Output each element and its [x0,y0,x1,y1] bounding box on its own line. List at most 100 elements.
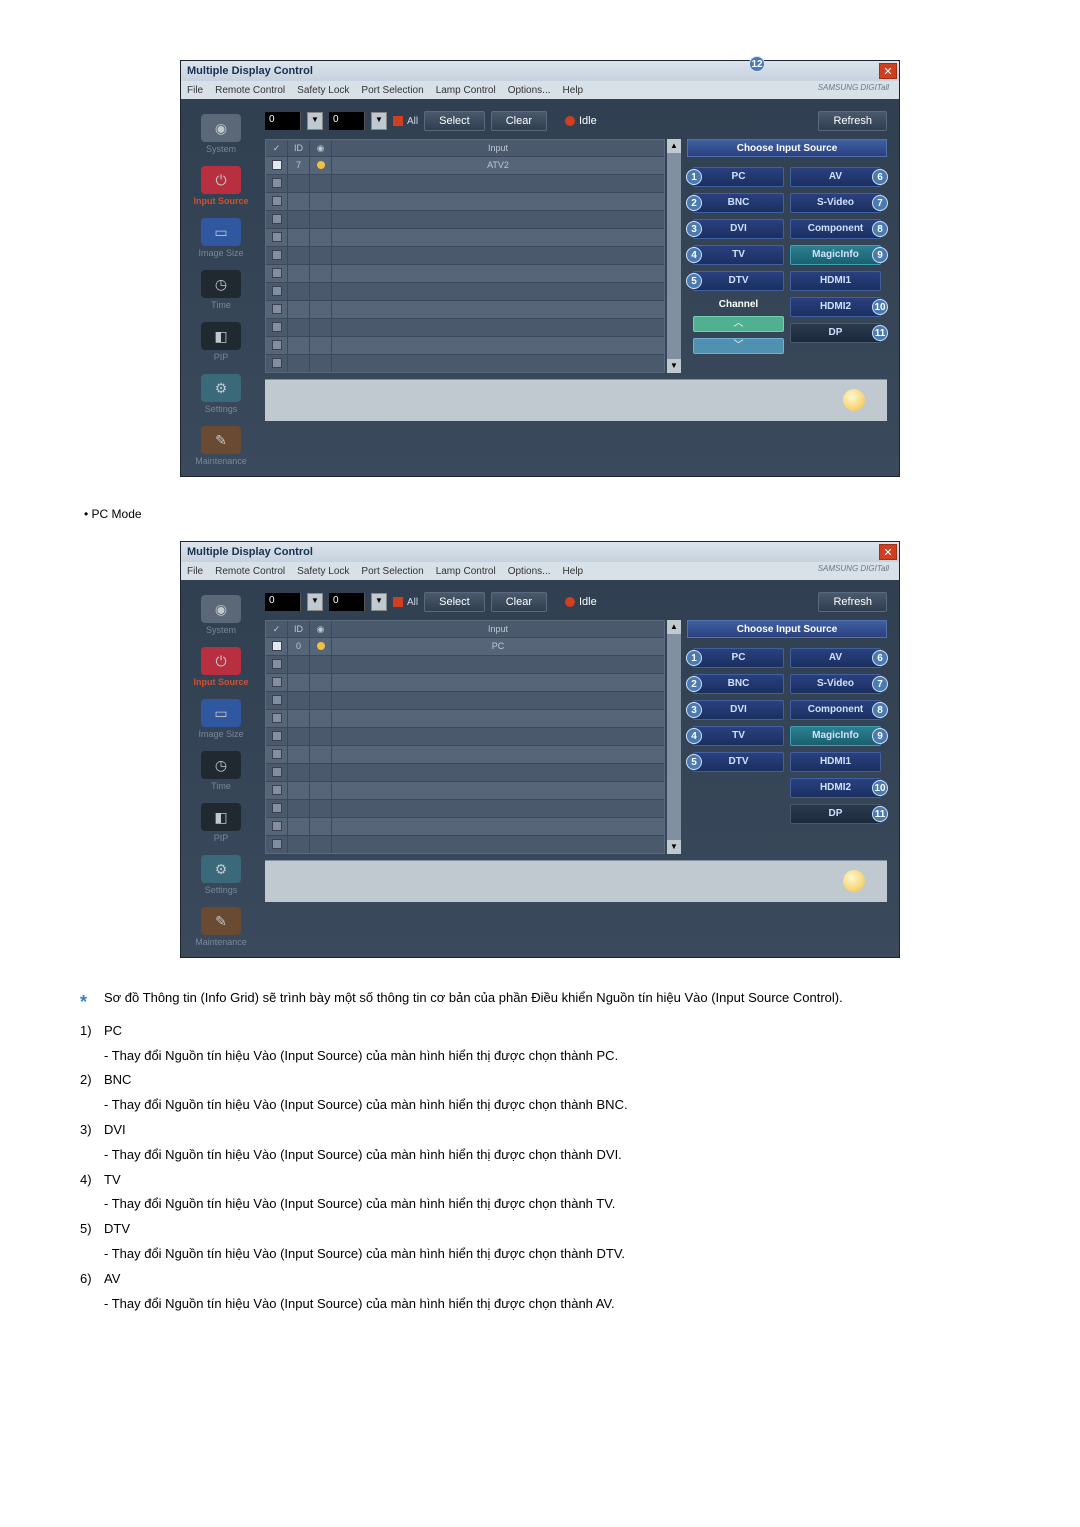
note-number: 6) [80,1269,104,1290]
source-magicinfo[interactable]: MagicInfo9 [790,245,881,265]
menu-safety[interactable]: Safety Lock [297,85,349,96]
scrollbar[interactable]: ▲ ▼ [667,139,681,373]
select-button[interactable]: Select [424,592,485,612]
grid-head-id: ID [288,140,310,156]
channel-up-button[interactable]: ︿ [693,316,784,332]
clear-button[interactable]: Clear [491,111,547,131]
scrollbar[interactable]: ▲ ▼ [667,620,681,854]
sidebar-pip[interactable]: ◧PIP [185,322,257,362]
source-hdmi1[interactable]: HDMI1 [790,271,881,291]
chevron-down-icon[interactable]: ▼ [371,112,387,130]
source-component[interactable]: Component8 [790,700,881,720]
chevron-down-icon[interactable]: ▼ [307,112,323,130]
status-idle: Idle [565,115,597,127]
grid-head-status: ◉ [310,621,332,637]
grid-row-1[interactable]: 7 ATV2 [266,156,664,174]
menu-remote[interactable]: Remote Control [215,566,285,577]
sidebar-time[interactable]: ◷Time [185,751,257,791]
note-title: DVI [104,1120,1000,1141]
menu-help[interactable]: Help [563,566,584,577]
refresh-button[interactable]: Refresh [818,111,887,131]
source-av[interactable]: AV6 [790,167,881,187]
sidebar-settings[interactable]: ⚙Settings [185,374,257,414]
source-magicinfo[interactable]: MagicInfo9 [790,726,881,746]
sidebar: ◉System ⏻Input Source ▭Image Size ◷Time … [181,580,261,957]
source-tv[interactable]: 4TV [693,245,784,265]
mode-label-pc: • PC Mode [84,507,1000,521]
menu-lamp[interactable]: Lamp Control [436,85,496,96]
source-dtv[interactable]: 5DTV [693,752,784,772]
scroll-up-icon[interactable]: ▲ [667,620,681,634]
source-dvi[interactable]: 3DVI [693,219,784,239]
sidebar-power[interactable]: ⏻Input Source [185,166,257,206]
clear-button[interactable]: Clear [491,592,547,612]
sidebar-maintenance[interactable]: ✎Maintenance [185,426,257,466]
note-number: 4) [80,1170,104,1191]
window-title: Multiple Display Control [187,546,313,558]
sidebar-maintenance[interactable]: ✎Maintenance [185,907,257,947]
chevron-down-icon[interactable]: ▼ [371,593,387,611]
dropdown-2[interactable]: 0 [329,112,365,130]
menu-port[interactable]: Port Selection [361,85,423,96]
sidebar-image-size[interactable]: ▭Image Size [185,218,257,258]
note-title: DTV [104,1219,1000,1240]
menu-port[interactable]: Port Selection [361,566,423,577]
sidebar-image-size[interactable]: ▭Image Size [185,699,257,739]
source-dp[interactable]: DP11 [790,323,881,343]
source-svideo[interactable]: S-Video7 [790,674,881,694]
menu-lamp[interactable]: Lamp Control [436,566,496,577]
close-icon[interactable]: ✕ [879,63,897,79]
menu-file[interactable]: File [187,566,203,577]
sidebar-pip[interactable]: ◧PIP [185,803,257,843]
menu-options[interactable]: Options... [508,566,551,577]
panel-title: Choose Input Source [687,139,887,157]
sidebar-power[interactable]: ⏻Input Source [185,647,257,687]
sidebar-system[interactable]: ◉System [185,114,257,154]
source-hdmi2[interactable]: HDMI210 [790,297,881,317]
scroll-down-icon[interactable]: ▼ [667,359,681,373]
sidebar-system[interactable]: ◉System [185,595,257,635]
checkbox-all[interactable]: All [393,116,418,127]
checkbox-all[interactable]: All [393,597,418,608]
menu-safety[interactable]: Safety Lock [297,566,349,577]
source-bnc[interactable]: 2BNC [693,193,784,213]
source-dtv[interactable]: 5DTV [693,271,784,291]
source-bnc[interactable]: 2BNC [693,674,784,694]
grid-row-empty [266,691,664,709]
source-hdmi2[interactable]: HDMI210 [790,778,881,798]
refresh-button[interactable]: Refresh [818,592,887,612]
grid-head-check[interactable]: ✓ [266,140,288,156]
dropdown-1[interactable]: 0 [265,593,301,611]
menu-options[interactable]: Options... [508,85,551,96]
menu-remote[interactable]: Remote Control [215,85,285,96]
dropdown-1[interactable]: 0 [265,112,301,130]
close-icon[interactable]: ✕ [879,544,897,560]
menu-file[interactable]: File [187,85,203,96]
source-av[interactable]: AV6 [790,648,881,668]
grid-row-1[interactable]: 0 PC [266,637,664,655]
note-desc: - Thay đổi Nguồn tín hiệu Vào (Input Sou… [104,1194,1000,1215]
grid-row-empty [266,228,664,246]
sidebar-settings[interactable]: ⚙Settings [185,855,257,895]
scroll-down-icon[interactable]: ▼ [667,840,681,854]
source-hdmi1[interactable]: HDMI1 [790,752,881,772]
select-button[interactable]: Select [424,111,485,131]
info-grid: ✓ ID ◉ Input 0 PC [265,620,665,854]
grid-row-empty [266,655,664,673]
chevron-down-icon[interactable]: ▼ [307,593,323,611]
dropdown-2[interactable]: 0 [329,593,365,611]
source-pc[interactable]: 1PC [693,648,784,668]
menu-help[interactable]: Help [563,85,584,96]
grid-row-empty [266,673,664,691]
source-component[interactable]: Component8 [790,219,881,239]
source-tv[interactable]: 4TV [693,726,784,746]
source-svideo[interactable]: S-Video7 [790,193,881,213]
sidebar-time[interactable]: ◷Time [185,270,257,310]
source-dp[interactable]: DP11 [790,804,881,824]
grid-head-check[interactable]: ✓ [266,621,288,637]
channel-down-button[interactable]: ﹀ [693,338,784,354]
source-pc[interactable]: 1PC [693,167,784,187]
source-dvi[interactable]: 3DVI [693,700,784,720]
scroll-up-icon[interactable]: ▲ [667,139,681,153]
channel-label: Channel [693,299,784,310]
